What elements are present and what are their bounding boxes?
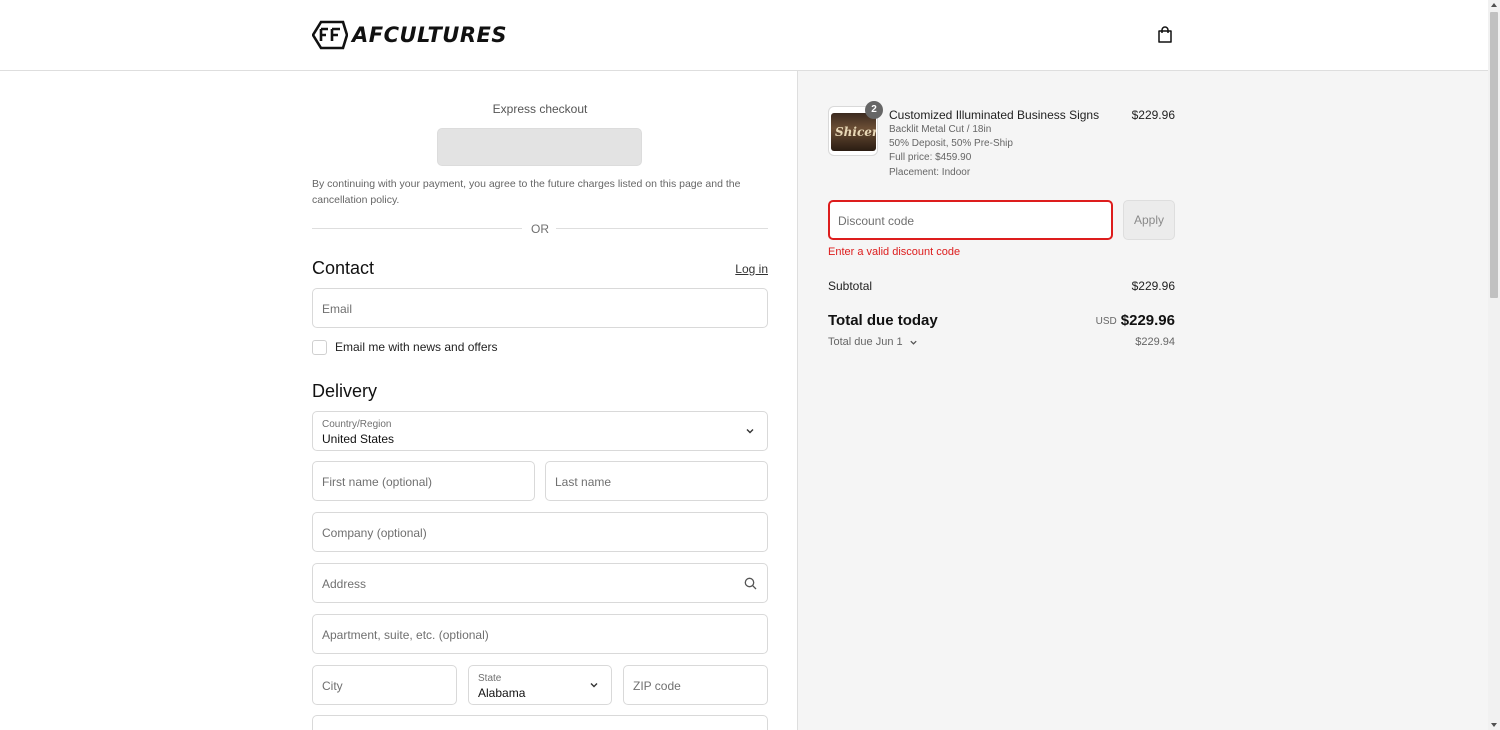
express-checkout-title: Express checkout [492,102,588,116]
shopping-bag-icon[interactable] [1156,26,1174,44]
email-field[interactable]: Email [312,288,768,328]
product-image-sign-text: Shicers [835,125,876,139]
newsletter-label: Email me with news and offers [335,340,498,354]
subtotal-value: $229.96 [1131,279,1175,293]
address-field[interactable]: Address [312,563,768,603]
newsletter-option[interactable]: Email me with news and offers [312,339,498,355]
product-price: $229.96 [1131,108,1175,122]
total-due-later-label: Total due Jun 1 [828,336,903,348]
total-due-today-value: $229.96 [1120,312,1175,329]
login-link[interactable]: Log in [700,262,768,276]
chevron-down-icon [590,683,598,688]
product-detail-line: Placement: Indoor [889,167,971,178]
total-due-today-label: Total due today [828,312,938,329]
phone-field[interactable] [312,715,768,730]
total-due-later-toggle[interactable]: Total due Jun 1 [828,336,918,348]
product-detail-line: Full price: $459.90 [889,152,972,163]
first-name-field[interactable]: First name (optional) [312,461,535,501]
product-image: Shicers [831,113,876,151]
payment-consent-text: By continuing with your payment, you agr… [312,178,741,206]
zip-placeholder: ZIP code [633,679,681,693]
logo-mark-icon [312,20,348,50]
total-due-later-value: $229.94 [1135,336,1175,348]
search-icon[interactable] [744,577,757,590]
scrollbar-thumb[interactable] [1490,12,1498,298]
newsletter-checkbox[interactable] [312,339,327,355]
delivery-heading: Delivery [312,381,378,401]
country-value: United States [322,432,395,446]
chevron-down-icon [746,429,754,434]
brand-name: AFCULTURES [352,23,507,47]
apartment-field[interactable]: Apartment, suite, etc. (optional) [312,614,768,654]
state-select[interactable]: State Alabama [468,665,612,705]
state-value: Alabama [478,686,526,700]
zip-field[interactable]: ZIP code [623,665,768,705]
city-field[interactable]: City [312,665,457,705]
discount-code-placeholder: Discount code [838,214,915,228]
email-placeholder: Email [322,302,353,316]
scroll-down-arrow-icon[interactable] [1491,723,1497,727]
contact-heading: Contact [312,258,375,278]
or-divider: OR [312,221,768,237]
express-checkout-button[interactable] [437,128,642,166]
company-field[interactable]: Company (optional) [312,512,768,552]
country-select[interactable]: Country/Region United States [312,411,768,451]
product-detail-line: Backlit Metal Cut / 18in [889,124,992,135]
page-scrollbar[interactable] [1488,0,1500,730]
last-name-field[interactable]: Last name [545,461,768,501]
subtotal-label: Subtotal [828,279,873,293]
quantity-badge: 2 [865,101,883,119]
first-name-placeholder: First name (optional) [322,475,433,489]
site-header: AFCULTURES [0,0,1488,71]
total-due-today: USD $229.96 [1050,312,1175,330]
or-label: OR [531,222,549,236]
total-currency: USD [1095,316,1117,327]
apply-discount-button[interactable]: Apply [1123,200,1175,240]
scroll-up-arrow-icon[interactable] [1491,3,1497,7]
product-detail-line: 50% Deposit, 50% Pre-Ship [889,138,1013,149]
company-placeholder: Company (optional) [322,526,427,540]
apartment-placeholder: Apartment, suite, etc. (optional) [322,628,489,642]
city-placeholder: City [322,679,343,693]
state-label: State [478,673,502,684]
brand-logo[interactable]: AFCULTURES [312,20,507,50]
address-placeholder: Address [322,577,367,591]
discount-code-field[interactable]: Discount code [828,200,1113,240]
chevron-down-icon [909,340,917,345]
last-name-placeholder: Last name [555,475,612,489]
product-title: Customized Illuminated Business Signs [889,108,1100,122]
discount-error-message: Enter a valid discount code [828,246,961,258]
country-label: Country/Region [322,419,392,430]
